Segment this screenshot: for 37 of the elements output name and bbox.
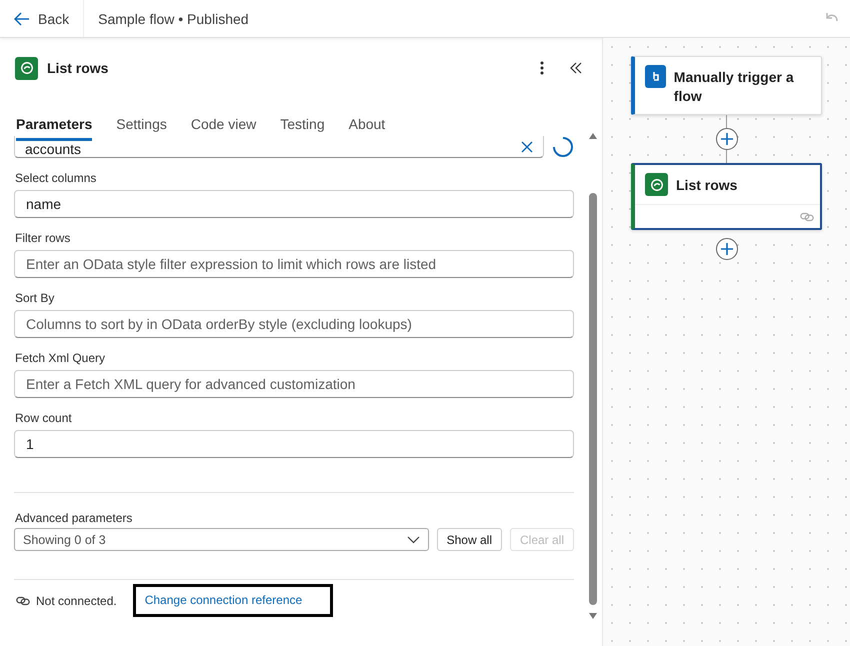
table-name-field[interactable]: accounts (14, 136, 544, 158)
field-label: Fetch Xml Query (15, 351, 106, 365)
input-field[interactable]: Columns to sort by in OData orderBy style (excluding lookups) (14, 310, 574, 338)
flow-title: Sample flow • Published (97, 10, 250, 26)
input-field[interactable]: Enter an OData style filter expression to limit which rows are listed (14, 250, 574, 278)
field-label: Sort By (15, 291, 56, 305)
field-label: Filter rows (15, 231, 72, 245)
back-button[interactable]: Back (0, 0, 84, 37)
back-arrow-icon (14, 12, 30, 26)
advanced-parameters-dropdown[interactable]: Showing 0 of 3 (14, 528, 429, 551)
clear-icon (521, 141, 533, 153)
field-label: Select columns (15, 171, 98, 185)
field-label: Advanced parameters (15, 511, 134, 525)
collapse-icon (570, 62, 582, 74)
input-field[interactable]: Enter a Fetch XML query for advanced customization (14, 370, 574, 398)
tab[interactable]: Parameters (16, 112, 92, 141)
loading-spinner-icon (552, 136, 574, 158)
change-connection-link[interactable]: Change connection reference (132, 584, 334, 617)
flow-step-card[interactable]: Manually trigger a flow (631, 56, 822, 115)
action-button[interactable]: Show all (436, 528, 502, 551)
trigger-icon (645, 65, 666, 88)
input-field[interactable]: 1 (14, 430, 574, 458)
field-label: Row count (15, 411, 73, 425)
step-title: Manually trigger a flow (674, 68, 795, 106)
add-step-button[interactable] (716, 238, 738, 260)
plus-icon (720, 242, 734, 256)
link-icon (16, 594, 30, 606)
add-step-button[interactable] (716, 128, 738, 150)
link-icon (800, 210, 814, 222)
panel-title: List rows (47, 60, 110, 76)
plus-icon (720, 132, 734, 146)
connection-status: Not connected. (36, 594, 117, 608)
flow-step-card[interactable]: List rows (631, 163, 822, 230)
chevron-down-icon (406, 536, 420, 544)
more-icon (540, 61, 544, 75)
input-field[interactable]: name (14, 190, 574, 218)
step-title: List rows (676, 176, 738, 195)
